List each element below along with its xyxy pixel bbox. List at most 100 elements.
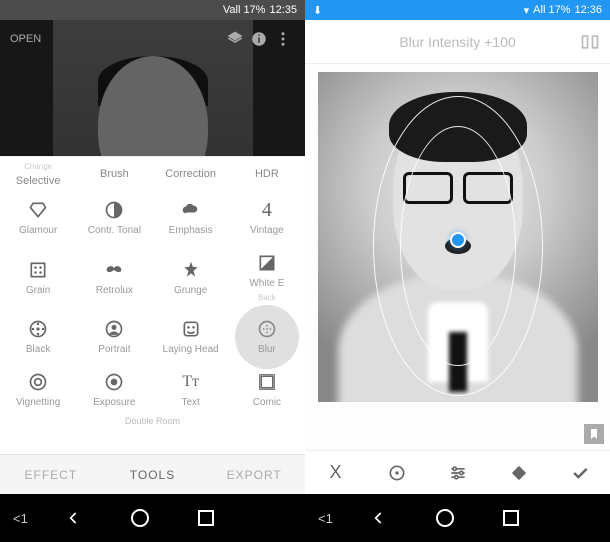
info-icon[interactable] — [247, 30, 271, 48]
status-signal: All 17% — [533, 4, 570, 16]
tool-label: Comic — [253, 397, 281, 408]
open-label[interactable]: OPEN — [10, 33, 41, 45]
tool-label: Vignetting — [16, 397, 60, 408]
compare-icon[interactable] — [580, 32, 600, 52]
tool-portrait[interactable]: Portrait — [76, 310, 152, 363]
tool-whitee[interactable]: White EBack — [229, 244, 305, 310]
photo — [318, 72, 598, 402]
nav-home[interactable] — [120, 508, 160, 528]
exposure-icon — [103, 371, 125, 393]
tool-brush[interactable]: Brush — [76, 157, 152, 191]
shape-button[interactable] — [488, 463, 549, 483]
tool-label: HDR — [255, 168, 279, 180]
diamond-icon — [27, 199, 49, 221]
status-bar-left: Vall 17% 12:35 — [0, 0, 305, 20]
tool-label: Glamour — [19, 225, 57, 236]
tool-label: Contr. Tonal — [88, 225, 141, 236]
tool-vintage[interactable]: 4 Vintage — [229, 191, 305, 244]
tool-comic[interactable]: Comic — [229, 363, 305, 416]
adjust-button[interactable] — [427, 463, 488, 483]
bottom-tabs: EFFECT TOOLS EXPORT — [0, 454, 305, 494]
tool-vignetting[interactable]: Vignetting — [0, 363, 76, 416]
status-volume: Vall 17% — [223, 4, 266, 16]
tab-export[interactable]: EXPORT — [203, 468, 305, 482]
tool-label: White E — [249, 278, 284, 289]
android-nav-right: <1 — [305, 494, 610, 542]
tool-correction[interactable]: Correction — [153, 157, 229, 191]
film-icon — [27, 318, 49, 340]
tool-label: Brush — [100, 168, 129, 180]
nav-less-than-r: <1 — [318, 511, 333, 526]
nav-back[interactable] — [54, 508, 94, 528]
nav-recent-r[interactable] — [491, 509, 531, 527]
nav-recent[interactable] — [186, 509, 226, 527]
layers-icon[interactable] — [223, 30, 247, 48]
tool-retrolux[interactable]: Retrolux — [76, 244, 152, 310]
right-pane: ⬇ ▾ All 17% 12:36 Blur Intensity +100 — [305, 0, 610, 542]
tool-label: Vintage — [250, 225, 284, 236]
tool-label: Blur — [258, 344, 276, 355]
tool-label: Portrait — [98, 344, 130, 355]
grunge-icon — [180, 259, 202, 281]
tool-grunge[interactable]: Grunge — [153, 244, 229, 310]
tab-effect[interactable]: EFFECT — [0, 468, 102, 482]
blur-intensity-label: Blur Intensity +100 — [399, 34, 515, 50]
nav-home-r[interactable] — [425, 508, 465, 528]
tool-black[interactable]: Black — [0, 310, 76, 363]
blur-center-handle[interactable] — [450, 232, 466, 248]
tool-row-3: Black Portrait Laying Head Blur — [0, 310, 305, 363]
more-icon[interactable] — [271, 30, 295, 48]
tool-exposure[interactable]: Exposure — [76, 363, 152, 416]
tool-row-2: Grain Retrolux Grunge White EBack — [0, 244, 305, 310]
left-pane: Vall 17% 12:35 OPEN Change Selective — [0, 0, 305, 542]
cancel-button[interactable]: X — [305, 462, 366, 483]
focus-button[interactable] — [366, 463, 427, 483]
tool-row-1: Glamour Contr. Tonal Emphasis 4 Vintage — [0, 191, 305, 244]
cloud-icon — [180, 199, 202, 221]
face-icon — [180, 318, 202, 340]
vignette-icon — [27, 371, 49, 393]
four-icon: 4 — [256, 199, 278, 221]
tool-label: Grunge — [174, 285, 207, 296]
tool-contrast[interactable]: Contr. Tonal — [76, 191, 152, 244]
tool-text[interactable]: Tᴛ Text — [153, 363, 229, 416]
status-wifi-icon: ▾ — [524, 4, 530, 17]
tool-label: Grain — [26, 285, 50, 296]
text-icon: Tᴛ — [180, 371, 202, 393]
tool-hdr[interactable]: HDR — [229, 157, 305, 191]
tool-grain[interactable]: Grain — [0, 244, 76, 310]
status-time-left: 12:35 — [269, 4, 297, 16]
tool-emphasis[interactable]: Emphasis — [153, 191, 229, 244]
tool-label: Retrolux — [96, 285, 133, 296]
bookmark-button[interactable] — [584, 424, 604, 444]
portrait-icon — [103, 318, 125, 340]
nav-back-r[interactable] — [359, 508, 399, 528]
status-download-icon: ⬇ — [313, 4, 322, 17]
tab-tools[interactable]: TOOLS — [102, 468, 204, 482]
subrow: Double Room — [0, 416, 305, 430]
status-time-right: 12:36 — [574, 4, 602, 16]
android-nav-left: <1 — [0, 494, 305, 542]
apply-button[interactable] — [549, 463, 610, 483]
photo-preview-dimmed: OPEN — [0, 20, 305, 156]
tool-layinghead[interactable]: Laying Head — [153, 310, 229, 363]
tool-label: Laying Head — [163, 344, 219, 355]
frame-icon — [256, 371, 278, 393]
status-bar-right: ⬇ ▾ All 17% 12:36 — [305, 0, 610, 20]
grain-icon — [27, 259, 49, 281]
mustache-icon — [103, 259, 125, 281]
tool-label: Emphasis — [169, 225, 213, 236]
blur-header: Blur Intensity +100 — [305, 20, 610, 64]
blur-icon — [256, 318, 278, 340]
tool-label: Black — [26, 344, 50, 355]
tool-label: Correction — [165, 168, 216, 180]
tool-row-4: Vignetting Exposure Tᴛ Text Comic — [0, 363, 305, 416]
tool-blur[interactable]: Blur — [229, 310, 305, 363]
tool-selective[interactable]: Change Selective — [0, 157, 76, 191]
tool-label: Text — [181, 397, 199, 408]
photo-canvas[interactable] — [305, 64, 610, 450]
whitee-icon — [256, 252, 278, 274]
tool-glamour[interactable]: Glamour — [0, 191, 76, 244]
contrast-icon — [103, 199, 125, 221]
tool-row-0: Change Selective Brush Correction HDR — [0, 157, 305, 191]
